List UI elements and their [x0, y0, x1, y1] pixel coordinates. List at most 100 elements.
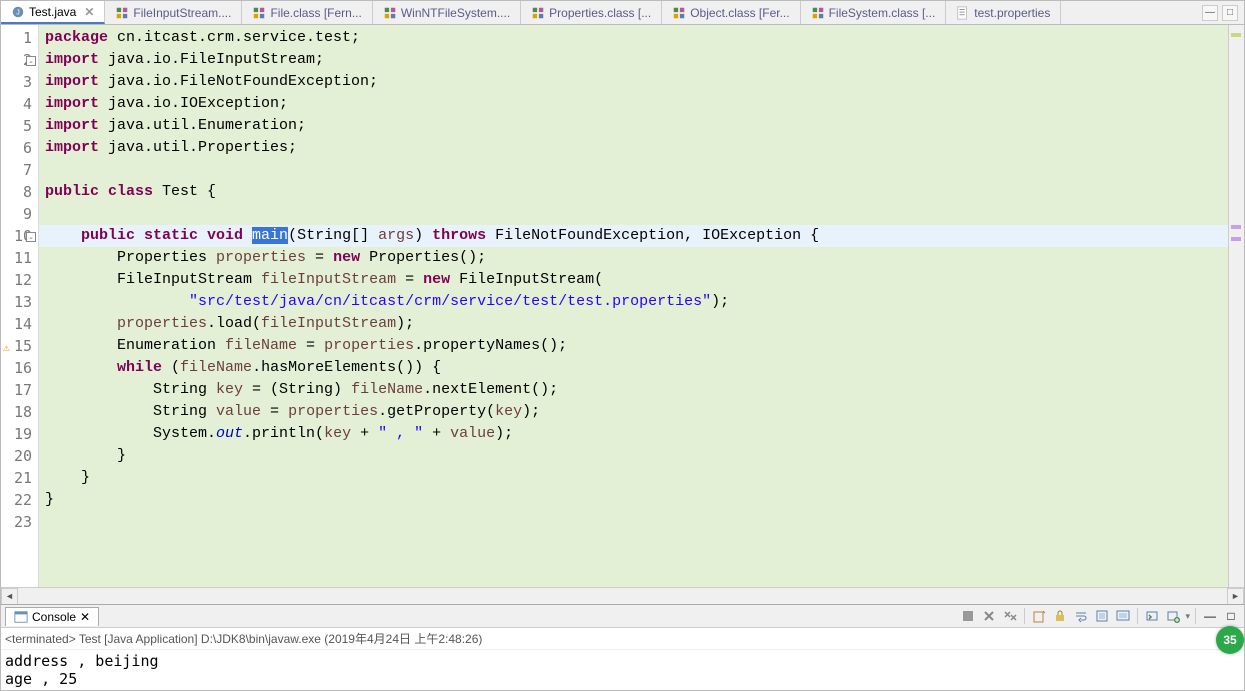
code-line[interactable]: import java.io.FileInputStream;: [45, 49, 1222, 71]
display-selected-button[interactable]: [1114, 607, 1132, 625]
console-panel: Console ✕ ▾ — □ <terminated> Test [Java …: [1, 604, 1244, 690]
code-line[interactable]: import java.util.Enumeration;: [45, 115, 1222, 137]
scroll-lock-button[interactable]: [1051, 607, 1069, 625]
line-number[interactable]: 23: [1, 511, 32, 533]
editor-tab[interactable]: FileSystem.class [...: [801, 1, 947, 24]
line-number[interactable]: 3: [1, 71, 32, 93]
status-badge[interactable]: 35: [1216, 626, 1244, 654]
line-number[interactable]: 10: [1, 225, 32, 247]
overview-mark[interactable]: [1231, 33, 1241, 37]
code-line[interactable]: "src/test/java/cn/itcast/crm/service/tes…: [45, 291, 1222, 313]
overview-mark[interactable]: [1231, 237, 1241, 241]
line-number[interactable]: 2: [1, 49, 32, 71]
code-line[interactable]: Properties properties = new Properties()…: [45, 247, 1222, 269]
scroll-track[interactable]: [18, 588, 1227, 605]
line-gutter[interactable]: 1234567891011121314151617181920212223: [1, 25, 39, 587]
code-line[interactable]: while (fileName.hasMoreElements()) {: [45, 357, 1222, 379]
tab-label: Object.class [Fer...: [690, 6, 789, 20]
line-number[interactable]: 12: [1, 269, 32, 291]
close-icon[interactable]: ✕: [80, 610, 90, 624]
code-line[interactable]: }: [45, 489, 1222, 511]
line-number[interactable]: 16: [1, 357, 32, 379]
editor-tab[interactable]: File.class [Fern...: [242, 1, 372, 24]
line-number[interactable]: 18: [1, 401, 32, 423]
code-line[interactable]: [45, 159, 1222, 181]
line-number[interactable]: 14: [1, 313, 32, 335]
line-number[interactable]: 6: [1, 137, 32, 159]
file-icon: [956, 6, 970, 20]
line-number[interactable]: 8: [1, 181, 32, 203]
console-toolbar: ▾ — □: [959, 607, 1240, 625]
code-area[interactable]: package cn.itcast.crm.service.test;impor…: [39, 25, 1228, 587]
console-status: <terminated> Test [Java Application] D:\…: [1, 628, 1244, 650]
line-number[interactable]: 1: [1, 27, 32, 49]
tab-label: test.properties: [974, 6, 1050, 20]
code-line[interactable]: [45, 511, 1222, 533]
code-line[interactable]: }: [45, 445, 1222, 467]
minimize-view-button[interactable]: —: [1201, 607, 1219, 625]
code-line[interactable]: package cn.itcast.crm.service.test;: [45, 27, 1222, 49]
new-console-button[interactable]: [1164, 607, 1182, 625]
code-line[interactable]: import java.io.FileNotFoundException;: [45, 71, 1222, 93]
tab-label: File.class [Fern...: [270, 6, 361, 20]
line-number[interactable]: 9: [1, 203, 32, 225]
code-line[interactable]: public static void main(String[] args) t…: [39, 225, 1228, 247]
code-line[interactable]: }: [45, 467, 1222, 489]
scroll-left-icon[interactable]: ◄: [1, 588, 18, 605]
file-icon: [811, 6, 825, 20]
editor-tab[interactable]: Object.class [Fer...: [662, 1, 800, 24]
line-number[interactable]: 13: [1, 291, 32, 313]
pin-console-button[interactable]: [1093, 607, 1111, 625]
code-line[interactable]: [45, 203, 1222, 225]
terminate-button[interactable]: [959, 607, 977, 625]
code-line[interactable]: FileInputStream fileInputStream = new Fi…: [45, 269, 1222, 291]
editor-tab[interactable]: test.properties: [946, 1, 1061, 24]
code-line[interactable]: import java.util.Properties;: [45, 137, 1222, 159]
line-number[interactable]: 17: [1, 379, 32, 401]
editor-tab[interactable]: J Test.java ✕: [1, 1, 105, 24]
file-icon: J: [11, 5, 25, 19]
line-number[interactable]: 21: [1, 467, 32, 489]
editor-area: 1234567891011121314151617181920212223 pa…: [1, 25, 1244, 587]
remove-launch-button[interactable]: [980, 607, 998, 625]
file-icon: [531, 6, 545, 20]
line-number[interactable]: 11: [1, 247, 32, 269]
code-line[interactable]: import java.io.IOException;: [45, 93, 1222, 115]
code-line[interactable]: String value = properties.getProperty(ke…: [45, 401, 1222, 423]
line-number[interactable]: 22: [1, 489, 32, 511]
code-line[interactable]: String key = (String) fileName.nextEleme…: [45, 379, 1222, 401]
code-line[interactable]: Enumeration fileName = properties.proper…: [45, 335, 1222, 357]
line-number[interactable]: 4: [1, 93, 32, 115]
open-console-button[interactable]: [1143, 607, 1161, 625]
line-number[interactable]: 15: [1, 335, 32, 357]
console-tab-label: Console: [32, 610, 76, 624]
console-output[interactable]: address , beijing age , 25: [1, 650, 1244, 690]
maximize-button[interactable]: □: [1222, 5, 1238, 21]
minimize-button[interactable]: —: [1202, 5, 1218, 21]
horizontal-scrollbar[interactable]: ◄ ►: [1, 587, 1244, 604]
line-number[interactable]: 19: [1, 423, 32, 445]
code-line[interactable]: properties.load(fileInputStream);: [45, 313, 1222, 335]
clear-console-button[interactable]: [1030, 607, 1048, 625]
overview-ruler[interactable]: [1228, 25, 1244, 587]
file-icon: [115, 6, 129, 20]
tab-controls: — □: [1202, 1, 1244, 24]
overview-mark[interactable]: [1231, 225, 1241, 229]
wrap-button[interactable]: [1072, 607, 1090, 625]
tab-label: FileSystem.class [...: [829, 6, 936, 20]
line-number[interactable]: 7: [1, 159, 32, 181]
line-number[interactable]: 20: [1, 445, 32, 467]
editor-tab[interactable]: WinNTFileSystem....: [373, 1, 521, 24]
file-icon: [383, 6, 397, 20]
close-icon[interactable]: ✕: [84, 5, 94, 19]
maximize-view-button[interactable]: □: [1222, 607, 1240, 625]
scroll-right-icon[interactable]: ►: [1227, 588, 1244, 605]
code-line[interactable]: System.out.println(key + " , " + value);: [45, 423, 1222, 445]
editor-tab[interactable]: Properties.class [...: [521, 1, 662, 24]
editor-tab[interactable]: FileInputStream....: [105, 1, 242, 24]
tab-label: Test.java: [29, 5, 76, 19]
remove-all-button[interactable]: [1001, 607, 1019, 625]
line-number[interactable]: 5: [1, 115, 32, 137]
console-tab[interactable]: Console ✕: [5, 607, 99, 626]
code-line[interactable]: public class Test {: [45, 181, 1222, 203]
